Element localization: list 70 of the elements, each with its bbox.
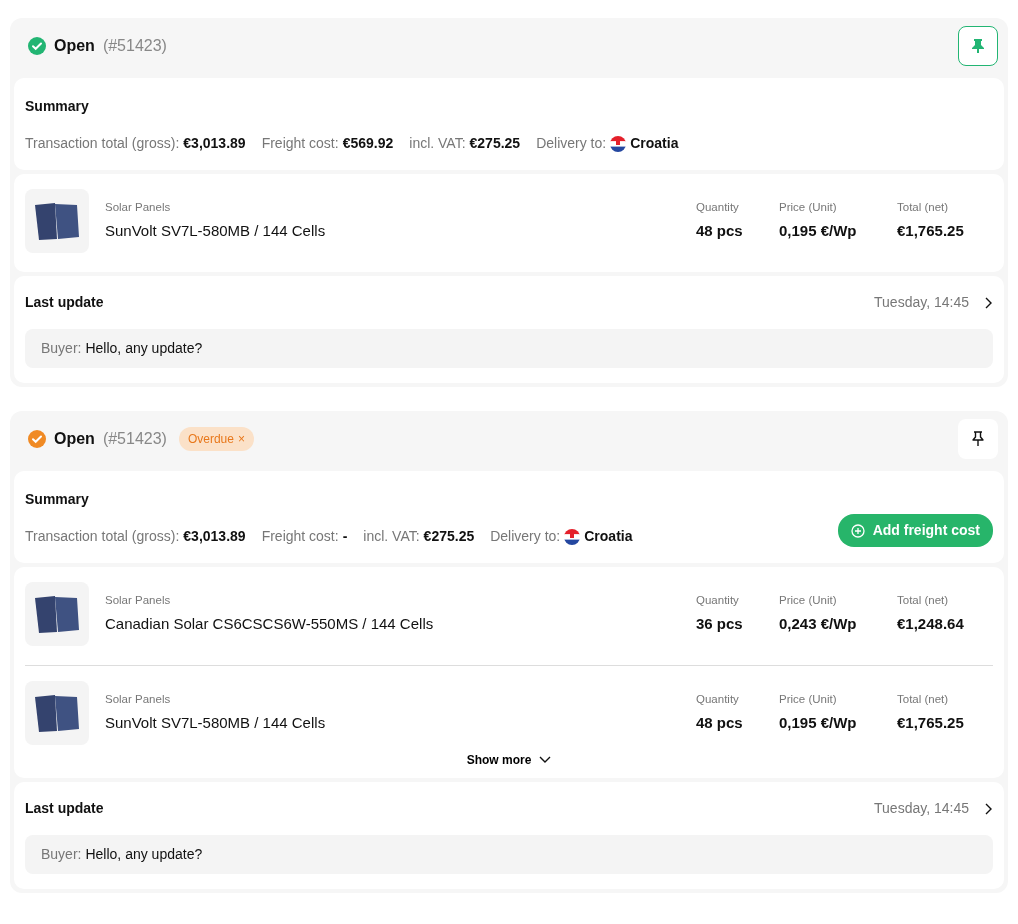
column-label: Total (net) [897,200,950,216]
column-label: Total (net) [897,593,950,609]
column-value: 0,195 €/Wp [779,713,858,734]
chevron-down-icon [539,756,552,764]
update-time: Tuesday, 14:45 [874,799,969,818]
field-value: Croatia [584,527,633,546]
column-label: Price (Unit) [779,200,838,216]
tag-label: Overdue [187,431,234,448]
column-value: 0,243 €/Wp [779,614,858,635]
status-label: Open [54,36,95,56]
order-number: (#51423) [102,429,167,449]
solar-panel-drawing [33,594,81,634]
show-more-button[interactable]: Show more [460,750,558,770]
solar-panel-drawing [33,693,81,733]
last-update-title: Last update [25,799,105,818]
column-label: Quantity [696,200,740,216]
close-tag-button[interactable]: × [237,430,245,448]
column-label: Price (Unit) [779,593,838,609]
field-value: €3,013.89 [183,134,246,153]
pin-icon [972,39,984,53]
field-value: €3,013.89 [183,527,246,546]
column-label: Price (Unit) [779,692,838,708]
order-number: (#51423) [102,36,167,56]
column-value: €1,765.25 [897,713,965,734]
pin-icon [971,431,985,447]
column-value: 36 pcs [696,614,744,635]
summary-title: Summary [25,490,90,509]
pin-button[interactable] [958,419,998,459]
chevron-right-icon [985,296,993,309]
field-label: incl. VAT: [409,134,466,153]
solar-panel-drawing [33,201,81,241]
field-value: €275.25 [423,527,475,546]
status-label: Open [54,429,95,449]
column-value: €1,248.64 [897,614,965,635]
croatia-flag-icon [610,135,627,152]
column-label: Total (net) [897,692,950,708]
message-text: Hello, any update? [85,339,203,358]
summary-title: Summary [25,97,90,116]
field-value: - [342,527,348,546]
message-sender: Buyer: [41,339,82,358]
add-freight-cost-button[interactable]: Add freight cost [837,514,993,547]
column-value: 0,195 €/Wp [779,221,858,242]
product-name: SunVolt SV7L-580MB / 144 Cells [105,221,327,242]
field-value: €275.25 [469,134,521,153]
field-label: Freight cost: [261,134,339,153]
product-name: Canadian Solar CS6CSCS6W-550MS / 144 Cells [105,614,435,635]
column-value: 48 pcs [696,713,744,734]
message-sender: Buyer: [41,845,82,864]
chevron-right-icon [985,802,993,815]
column-label: Quantity [696,692,740,708]
plus-circle-icon [850,523,865,538]
product-name: SunVolt SV7L-580MB / 144 Cells [105,713,327,734]
column-value: €1,765.25 [897,221,965,242]
update-time: Tuesday, 14:45 [874,293,969,312]
product-category: Solar Panels [105,692,172,708]
column-label: Quantity [696,593,740,609]
croatia-flag-icon [564,528,581,545]
product-category: Solar Panels [105,200,172,216]
field-value: Croatia [630,134,679,153]
field-value: €569.92 [342,134,394,153]
field-label: Transaction total (gross): [25,134,180,153]
field-label: Delivery to: [490,527,561,546]
product-category: Solar Panels [105,593,172,609]
message-text: Hello, any update? [85,845,203,864]
field-label: Delivery to: [536,134,607,153]
field-label: incl. VAT: [363,527,420,546]
field-label: Freight cost: [261,527,339,546]
last-update-title: Last update [25,293,105,312]
field-label: Transaction total (gross): [25,527,180,546]
column-value: 48 pcs [696,221,744,242]
